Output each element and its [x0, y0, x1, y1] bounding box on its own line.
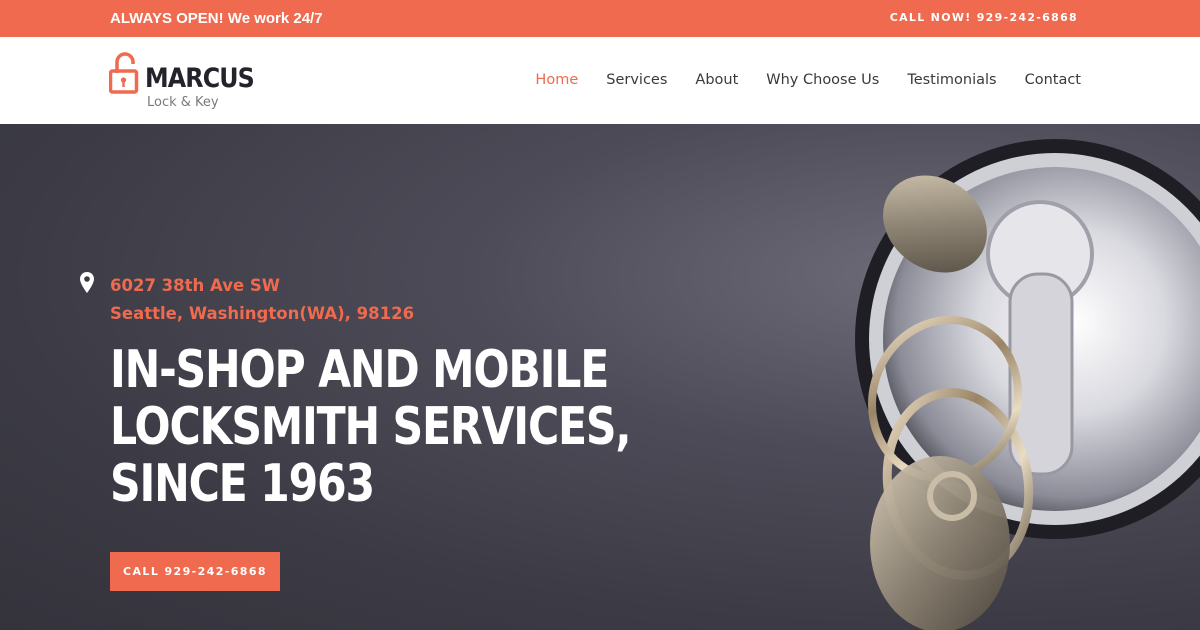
nav-services[interactable]: Services	[606, 71, 667, 89]
headline-line-2: LOCKSMITH SERVICES,	[110, 397, 632, 457]
nav-about[interactable]: About	[695, 71, 738, 89]
headline-line-3: SINCE 1963	[110, 454, 375, 514]
address-line-2: Seattle, Washington(WA), 98126	[110, 304, 415, 323]
location-pin-icon	[80, 272, 94, 293]
main-navigation: Home Services About Why Choose Us Testim…	[535, 71, 1081, 89]
hero-section: 6027 38th Ave SW Seattle, Washington(WA)…	[0, 124, 1200, 630]
nav-home[interactable]: Home	[535, 71, 578, 89]
padlock-icon	[109, 52, 139, 94]
site-logo[interactable]: MARCUS Lock & Key	[109, 51, 255, 111]
top-announcement-bar: ALWAYS OPEN! We work 24/7 CALL NOW! 929-…	[0, 0, 1200, 37]
nav-why-choose-us[interactable]: Why Choose Us	[766, 71, 879, 89]
logo-subtitle: Lock & Key	[147, 95, 219, 110]
call-cta-button[interactable]: CALL 929-242-6868	[110, 552, 280, 591]
nav-testimonials[interactable]: Testimonials	[907, 71, 996, 89]
call-now-link[interactable]: CALL NOW! 929-242-6868	[890, 11, 1078, 24]
hero-headline: IN-SHOP AND MOBILE LOCKSMITH SERVICES, S…	[110, 340, 632, 514]
headline-line-1: IN-SHOP AND MOBILE	[110, 340, 609, 400]
address-line-1: 6027 38th Ave SW	[110, 276, 280, 295]
keys-in-lock-image	[855, 139, 1200, 630]
availability-text: ALWAYS OPEN! We work 24/7	[110, 10, 323, 27]
logo-brand-text: MARCUS	[145, 63, 255, 94]
site-header: MARCUS Lock & Key Home Services About Wh…	[0, 37, 1200, 124]
nav-contact[interactable]: Contact	[1025, 71, 1081, 89]
